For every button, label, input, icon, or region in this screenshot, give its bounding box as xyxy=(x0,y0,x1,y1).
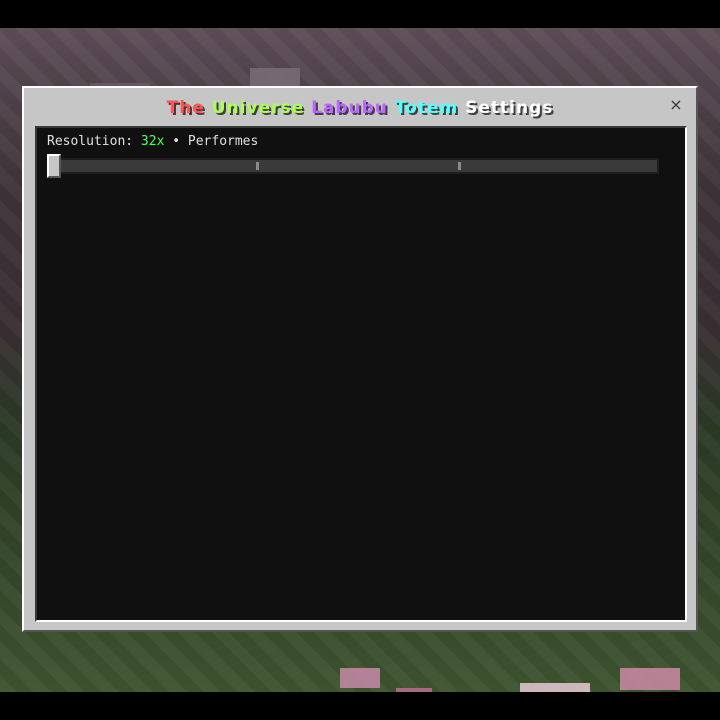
resolution-value: 32x xyxy=(140,134,165,149)
title-segment-totem: Totem xyxy=(394,98,459,118)
top-letterbox xyxy=(0,0,720,28)
resolution-slider[interactable] xyxy=(47,154,659,178)
title-segment-the: The xyxy=(166,98,205,118)
slider-handle[interactable] xyxy=(47,154,61,178)
blossom-leaves xyxy=(620,668,680,690)
slider-tick xyxy=(458,162,461,170)
title-segment-settings: Settings xyxy=(458,98,554,118)
resolution-label-text: Resolution: xyxy=(47,134,134,149)
resolution-mode: Performes xyxy=(187,134,259,149)
close-icon[interactable]: × xyxy=(668,96,684,114)
settings-content-panel: Resolution: 32x • Performes xyxy=(35,126,687,622)
slider-tick xyxy=(256,162,259,170)
blossom-leaves xyxy=(340,668,380,688)
settings-dialog: The Universe Labubu Totem Settings × Res… xyxy=(22,86,698,632)
title-segment-labubu: Labubu xyxy=(311,98,388,118)
tree-canopy xyxy=(250,68,300,88)
resolution-label: Resolution: 32x • Performes xyxy=(47,134,258,149)
title-segment-universe: Universe xyxy=(211,98,305,118)
bottom-letterbox xyxy=(0,692,720,720)
separator-dot: • xyxy=(172,134,181,149)
dialog-title: The Universe Labubu Totem Settings xyxy=(24,98,696,118)
